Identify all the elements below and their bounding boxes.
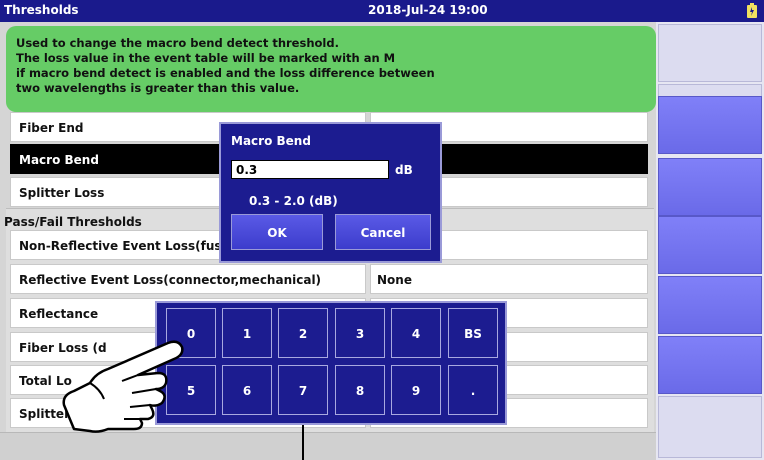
page-title: Thresholds [4, 3, 79, 17]
unit-label: dB [395, 163, 413, 177]
help-line: if macro bend detect is enabled and the … [16, 66, 435, 80]
help-line: The loss value in the event table will b… [16, 51, 396, 65]
title-bar: Thresholds 2018-Jul-24 19:00 [0, 0, 764, 22]
range-label: 0.3 - 2.0 (dB) [249, 194, 338, 208]
softkey-8[interactable] [658, 396, 762, 458]
key-6[interactable]: 6 [222, 365, 272, 415]
numeric-keypad: 0 1 2 3 4 BS 5 6 7 8 9 . [155, 301, 507, 425]
key-8[interactable]: 8 [335, 365, 385, 415]
key-2[interactable]: 2 [278, 308, 328, 358]
key-9[interactable]: 9 [391, 365, 441, 415]
key-3[interactable]: 3 [335, 308, 385, 358]
softkey-7[interactable] [658, 336, 762, 394]
help-tooltip: Used to change the macro bend detect thr… [6, 26, 656, 112]
help-line: Used to change the macro bend detect thr… [16, 36, 339, 50]
battery-icon [747, 3, 757, 18]
macro-bend-dialog: Macro Bend 0.3 dB 0.3 - 2.0 (dB) OK Canc… [219, 122, 442, 263]
softkey-5[interactable] [658, 216, 762, 274]
key-7[interactable]: 7 [278, 365, 328, 415]
softkey-4[interactable] [658, 158, 762, 216]
softkey-column [656, 22, 764, 460]
key-backspace[interactable]: BS [448, 308, 498, 358]
row-reflective-loss-value[interactable]: None [370, 264, 648, 294]
softkey-1[interactable] [658, 24, 762, 82]
macro-bend-input[interactable]: 0.3 [231, 160, 389, 179]
key-decimal[interactable]: . [448, 365, 498, 415]
dialog-title: Macro Bend [231, 134, 311, 148]
keypad-pointer-line [302, 425, 304, 460]
softkey-6[interactable] [658, 276, 762, 334]
pass-fail-header: Pass/Fail Thresholds [4, 215, 142, 229]
row-reflective-loss[interactable]: Reflective Event Loss(connector,mechanic… [10, 264, 366, 294]
hand-pointer-icon [62, 340, 184, 433]
ok-button[interactable]: OK [231, 214, 323, 250]
cancel-button[interactable]: Cancel [335, 214, 431, 250]
datetime: 2018-Jul-24 19:00 [368, 3, 488, 17]
softkey-3[interactable] [658, 96, 762, 154]
key-4[interactable]: 4 [391, 308, 441, 358]
help-line: two wavelengths is greater than this val… [16, 81, 300, 95]
key-1[interactable]: 1 [222, 308, 272, 358]
